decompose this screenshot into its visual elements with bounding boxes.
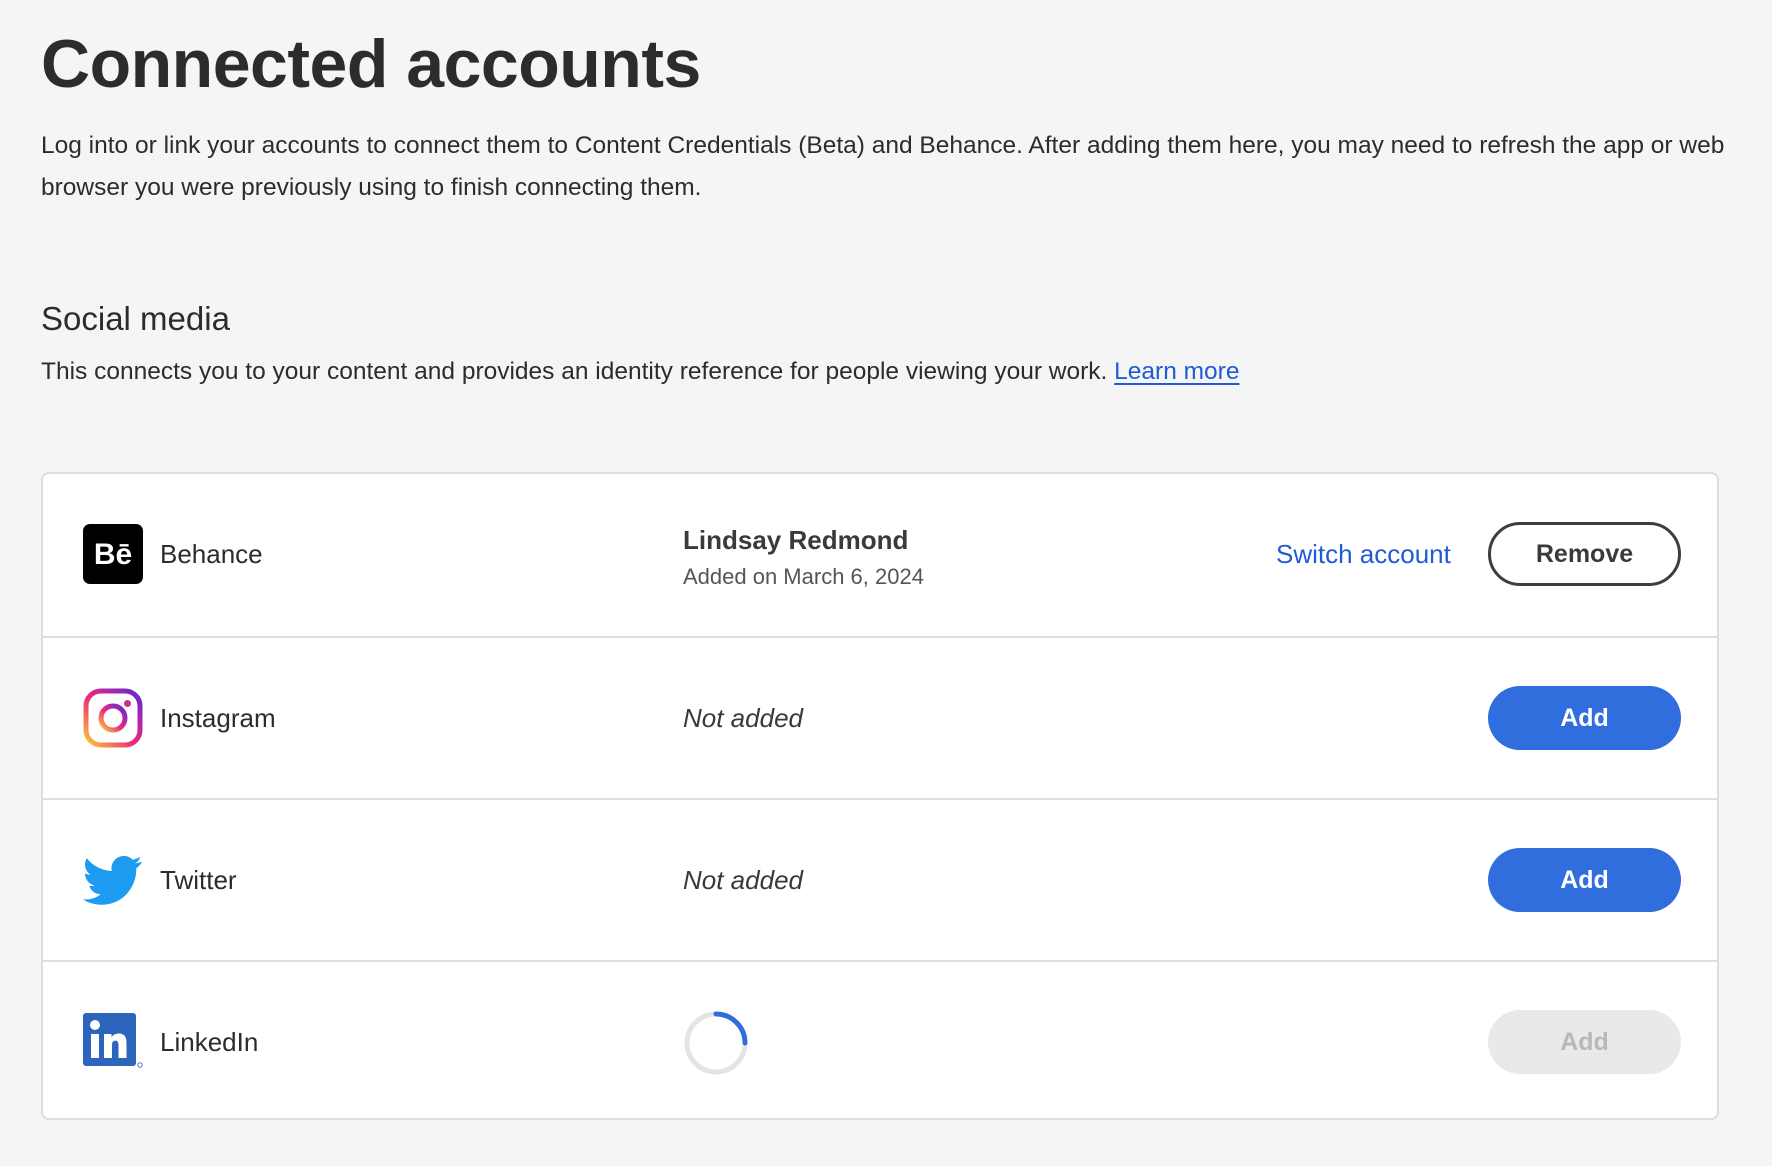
page-intro: Log into or link your accounts to connec… <box>41 132 1725 201</box>
add-linkedin-button: Add <box>1488 1010 1681 1074</box>
account-name-linkedin: LinkedIn <box>160 1027 259 1057</box>
section-description: This connects you to your content and pr… <box>41 352 1239 392</box>
account-name-behance: Behance <box>160 539 263 569</box>
loading-spinner-icon <box>684 1011 748 1075</box>
account-row-linkedin: LinkedIn Add <box>43 960 1717 1118</box>
add-twitter-button[interactable]: Add <box>1488 848 1681 912</box>
remove-button[interactable]: Remove <box>1488 522 1681 586</box>
linkedin-icon <box>83 1013 143 1068</box>
connected-account-info: Lindsay Redmond Added on March 6, 2024 <box>683 522 924 594</box>
account-status: Not added <box>683 703 803 733</box>
behance-icon: Bē <box>83 524 143 584</box>
switch-account-link[interactable]: Switch account <box>1276 534 1451 574</box>
account-row-instagram: Instagram Not added Add <box>43 636 1717 798</box>
accounts-card: Bē Behance Lindsay Redmond Added on Marc… <box>41 472 1719 1120</box>
account-row-twitter: Twitter Not added Add <box>43 798 1717 960</box>
page-title: Connected accounts <box>41 26 701 102</box>
section-title: Social media <box>41 300 230 337</box>
connected-user-name: Lindsay Redmond <box>683 525 909 555</box>
learn-more-link[interactable]: Learn more <box>1114 358 1239 385</box>
account-row-behance: Bē Behance Lindsay Redmond Added on Marc… <box>43 474 1717 636</box>
account-status: Not added <box>683 865 803 895</box>
account-name-instagram: Instagram <box>160 703 276 733</box>
account-name-twitter: Twitter <box>160 865 237 895</box>
twitter-icon <box>83 856 142 905</box>
added-date: Added on March 6, 2024 <box>683 564 924 589</box>
instagram-icon <box>83 688 143 748</box>
add-instagram-button[interactable]: Add <box>1488 686 1681 750</box>
svg-text:Bē: Bē <box>94 538 132 571</box>
section-description-text: This connects you to your content and pr… <box>41 358 1108 385</box>
